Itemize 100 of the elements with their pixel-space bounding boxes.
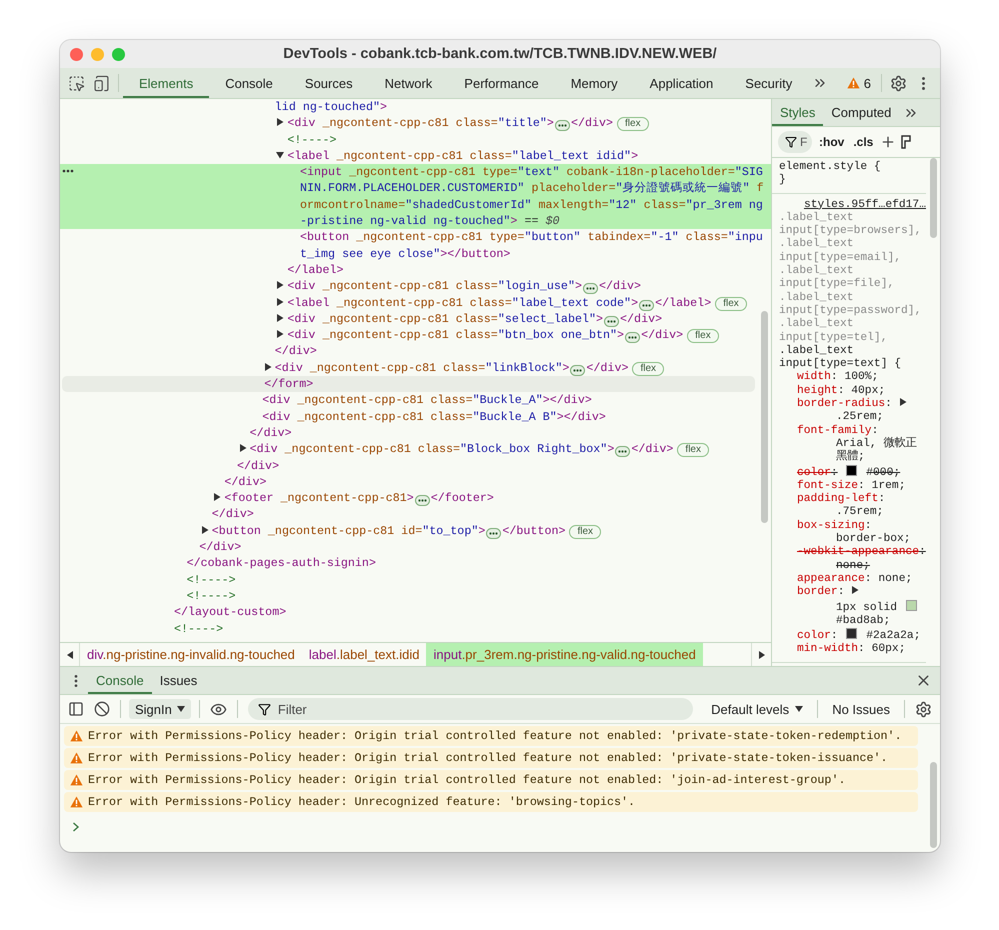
panel-tab[interactable]: Performance <box>448 68 555 98</box>
issues-button[interactable]: No Issues <box>824 702 898 716</box>
flex-badge[interactable]: flex <box>677 443 709 458</box>
expanded-triangle-icon[interactable] <box>276 150 284 159</box>
tree-row[interactable]: <div _ngcontent-cpp-c81 class="Block_box Right_box"> </div> flex <box>60 441 771 458</box>
tree-row[interactable]: </div> <box>60 424 771 442</box>
tree-row[interactable]: <!----> <box>60 132 771 148</box>
collapsed-triangle-icon[interactable] <box>276 118 284 126</box>
panel-tab[interactable]: Network <box>368 68 448 98</box>
panel-tab[interactable]: Elements <box>123 68 210 98</box>
flex-badge[interactable]: flex <box>569 524 602 539</box>
sidebar-tab[interactable]: Computed <box>823 99 900 126</box>
tree-row[interactable]: </div> <box>60 343 771 360</box>
tree-row[interactable] <box>60 164 771 230</box>
ellipsis-button[interactable] <box>486 528 502 539</box>
flex-badge[interactable]: flex <box>715 296 747 311</box>
prompt-chevron-icon[interactable] <box>72 822 80 832</box>
panel-tab[interactable]: Sources <box>288 68 369 98</box>
property-value: : <box>919 546 926 560</box>
tree-row[interactable]: <label _ngcontent-cpp-c81 class="label_text code"> </label> flex <box>60 294 771 311</box>
tree-row[interactable]: <div _ngcontent-cpp-c81 class="Buckle_A"></div> <box>60 392 771 409</box>
clear-console-icon[interactable] <box>94 701 110 717</box>
class-toggle-button[interactable]: .cls <box>851 135 876 149</box>
collapsed-triangle-icon[interactable] <box>264 362 272 371</box>
tree-row[interactable]: lid ng-touched"> <box>60 99 771 116</box>
log-levels-dropdown[interactable]: Default levels <box>703 702 812 716</box>
tree-row[interactable]: </label> <box>60 262 771 278</box>
code-text: <div _ngcontent-cpp-c81 class="btn_box one_btn"> <box>287 328 624 342</box>
scrollbar-thumb[interactable] <box>930 762 937 848</box>
tree-row[interactable]: </div> <box>60 474 771 490</box>
ellipsis-button[interactable] <box>554 120 570 132</box>
tree-row[interactable]: <footer _ngcontent-cpp-c81> </footer> <box>60 490 771 506</box>
property-value: : <box>830 371 838 384</box>
flex-badge[interactable]: flex <box>687 329 719 344</box>
ellipsis-button[interactable] <box>625 332 640 344</box>
ellipsis-button[interactable] <box>639 300 654 311</box>
left-triangle-icon[interactable] <box>66 650 72 658</box>
tree-row[interactable]: </div> <box>60 539 771 556</box>
settings-icon[interactable] <box>915 700 932 718</box>
drawer-tab[interactable]: Console <box>88 667 152 694</box>
inspect-element-icon[interactable] <box>68 74 85 92</box>
context-select[interactable]: SignIn <box>129 699 191 719</box>
tree-row[interactable]: </layout-custom> <box>60 604 771 620</box>
close-window-button[interactable] <box>70 48 83 60</box>
warning-icon <box>846 77 860 89</box>
breadcrumb[interactable]: input.pr_3rem.ng-pristine.ng-valid.ng-touched <box>426 643 703 666</box>
issues-counter[interactable]: 6 <box>840 68 877 98</box>
collapsed-triangle-icon[interactable] <box>213 493 222 502</box>
tree-row[interactable]: <!----> <box>60 572 771 588</box>
expand-triangle-icon[interactable] <box>851 586 860 594</box>
tree-row[interactable]: </form> <box>62 376 755 392</box>
warning-icon <box>70 774 83 786</box>
ellipsis-button[interactable] <box>604 316 620 327</box>
tree-row[interactable]: <button _ngcontent-cpp-c81 type="button" tabindex="-1" class="input_img see eye close"></button> <box>60 229 771 262</box>
hover-state-button[interactable]: :hov <box>817 135 846 149</box>
sidebar-icon[interactable] <box>68 701 84 717</box>
ellipsis-button[interactable] <box>582 283 598 294</box>
tree-row[interactable]: <div _ngcontent-cpp-c81 class="login_use"> </div> <box>60 278 771 295</box>
tree-row[interactable]: </div> <box>60 458 771 474</box>
breadcrumb[interactable]: label.label_text.idid <box>302 643 426 666</box>
tree-row[interactable]: <label _ngcontent-cpp-c81 class="label_text idid"> <box>60 148 771 164</box>
device-toolbar-icon[interactable] <box>93 74 110 92</box>
tree-row[interactable]: <!----> <box>60 620 771 637</box>
property-value: #2a2a2a; <box>866 630 920 644</box>
tree-row[interactable]: <!----> <box>60 588 771 604</box>
flex-badge[interactable]: flex <box>617 117 649 132</box>
tree-row[interactable]: </cobank-pages-auth-signin> <box>60 555 771 572</box>
scrollbar-thumb[interactable] <box>930 158 937 238</box>
panel-tab[interactable]: Security <box>729 68 808 98</box>
expand-triangle-icon[interactable] <box>898 398 907 406</box>
panel-tab[interactable]: Memory <box>554 68 634 98</box>
code-text: <div _ngcontent-cpp-c81 class="Block_box Right_box"> <box>250 442 614 456</box>
filter-input[interactable]: Filter <box>248 698 694 720</box>
flex-badge[interactable]: flex <box>632 362 664 376</box>
tree-row[interactable]: <div _ngcontent-cpp-c81 class="title"> </div> flex <box>60 115 771 132</box>
drawer-tab[interactable]: Issues <box>152 667 206 694</box>
settings-icon[interactable] <box>890 74 907 92</box>
right-triangle-icon[interactable] <box>758 650 764 658</box>
color-swatch[interactable] <box>906 600 917 610</box>
source-link[interactable]: styles.95ff…efd17… <box>795 198 926 212</box>
ellipsis-button[interactable] <box>414 495 430 506</box>
sidebar-tab[interactable]: Styles <box>772 99 824 126</box>
tree-row[interactable]: <div _ngcontent-cpp-c81 class="btn_box one_btn"> </div> flex <box>60 327 771 344</box>
more-icon[interactable] <box>62 168 74 174</box>
breadcrumb[interactable]: div.ng-pristine.ng-invalid.ng-touched <box>80 643 302 666</box>
tree-row[interactable]: <div _ngcontent-cpp-c81 class="Buckle_A B"></div> <box>60 408 771 425</box>
tree-row[interactable]: <button _ngcontent-cpp-c81 id="to_top"> </button> flex <box>60 522 771 540</box>
panel-tab[interactable]: Application <box>634 68 730 98</box>
ellipsis-button[interactable] <box>615 446 630 458</box>
filter-input[interactable]: F <box>778 131 812 153</box>
code-text: <div _ngcontent-cpp-c81 class="Buckle_A"></div> <box>262 393 592 408</box>
ellipsis-button[interactable] <box>570 364 586 376</box>
tree-row[interactable]: </div> <box>60 506 771 523</box>
tree-row[interactable]: <div _ngcontent-cpp-c81 class="select_label"> </div> <box>60 310 771 328</box>
collapsed-triangle-icon[interactable] <box>200 526 209 534</box>
color-swatch[interactable] <box>846 464 858 476</box>
color-swatch[interactable] <box>846 628 858 640</box>
scrollbar-thumb[interactable] <box>761 311 768 523</box>
collapsed-triangle-icon[interactable] <box>238 444 247 452</box>
panel-tab[interactable]: Console <box>209 68 289 98</box>
